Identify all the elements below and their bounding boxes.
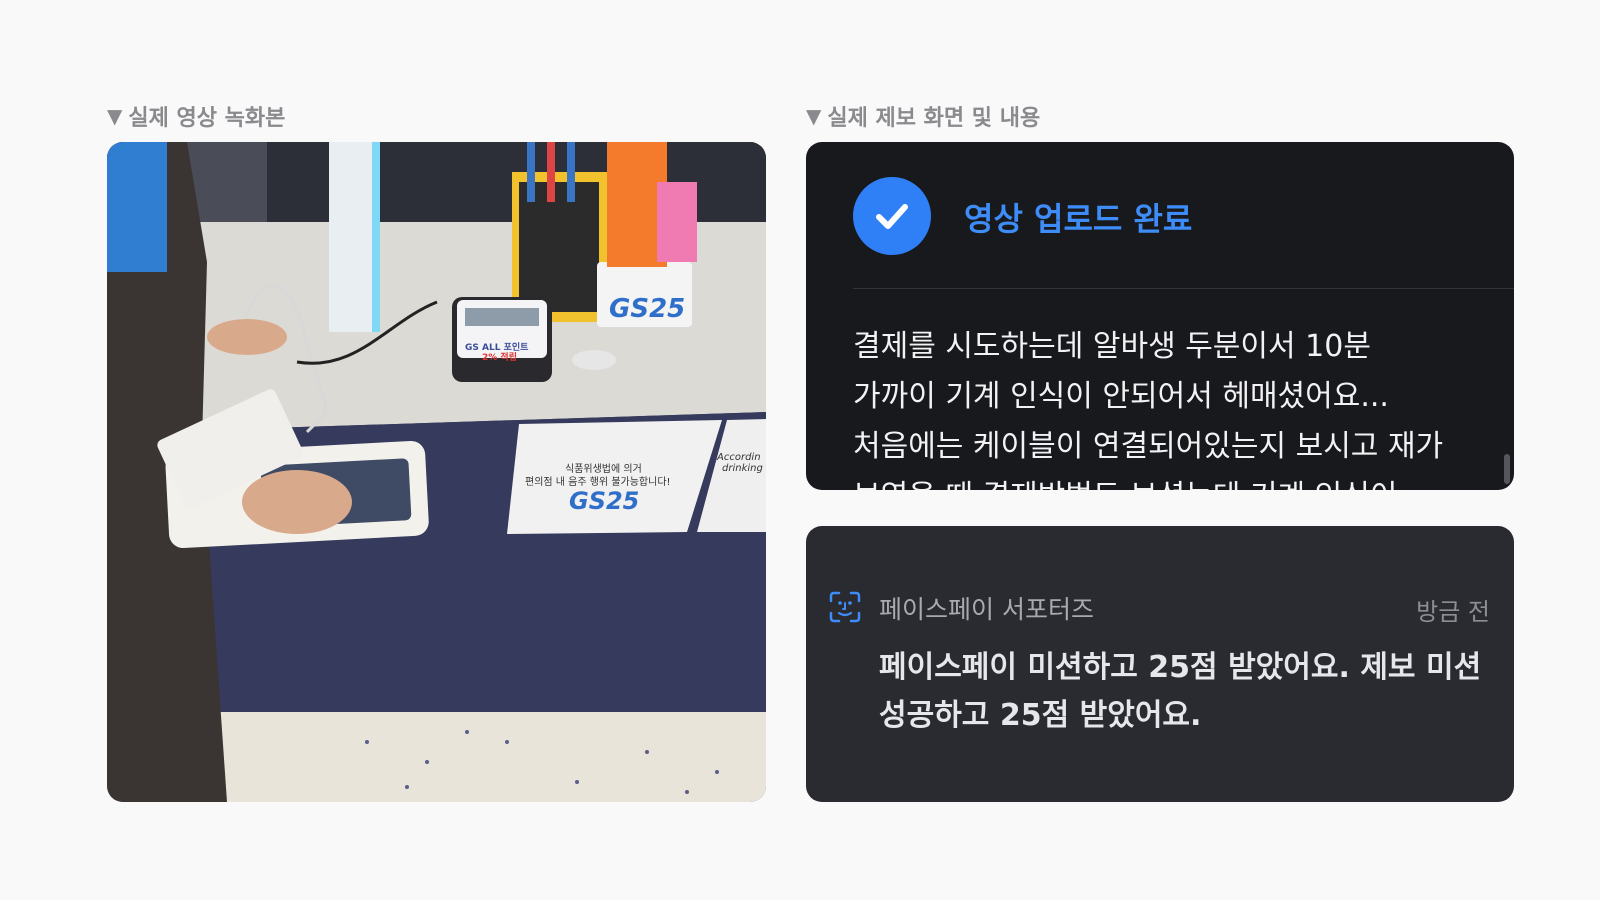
comment-line: 페이스페이 미션하고 25점 받았어요. 제보 미션 — [879, 650, 1482, 685]
comment-card: 페이스페이 서포터즈 방금 전 페이스페이 미션하고 25점 받았어요. 제보 … — [806, 526, 1514, 802]
photo-illustration — [107, 142, 766, 802]
report-line: 처음에는 케이블이 연결되어있는지 보시고 재가 — [853, 429, 1444, 464]
comment-author: 페이스페이 서포터즈 — [879, 595, 1094, 624]
face-scan-icon — [829, 591, 861, 623]
left-section-title: 실제 영상 녹화본 — [128, 106, 286, 131]
report-line: 결제를 시도하는데 알바생 두분이서 10분 — [853, 329, 1371, 364]
right-section-label: ▼ 실제 제보 화면 및 내용 — [806, 100, 1040, 132]
counter-sign-side-2: drinking — [722, 463, 763, 474]
gs25-logo-sign: GS25 — [569, 487, 640, 515]
comment-time: 방금 전 — [1416, 598, 1490, 626]
report-line: 보였을 때 결제방법도 보셨는데 기계 인식이 — [853, 472, 1473, 490]
divider — [853, 288, 1514, 289]
report-content: 결제를 시도하는데 알바생 두분이서 10분 가까이 기계 인식이 안되어서 헤… — [853, 322, 1473, 490]
terminal-label-2: 2% 적립 — [482, 353, 517, 363]
comment-line: 성공하고 25점 받았어요. — [879, 698, 1202, 733]
report-line: 가까이 기계 인식이 안되어서 헤매셨어요... — [853, 379, 1389, 414]
left-section-label: ▼ 실제 영상 녹화본 — [107, 100, 285, 132]
counter-sign-line2: 편의점 내 음주 행위 불가능합니다! — [525, 477, 671, 488]
triangle-down-icon: ▼ — [107, 104, 123, 128]
scrollbar[interactable] — [1504, 454, 1510, 484]
store-counter-photo: GS25 GS ALL 포인트 2% 적립 식품위생법에 의거 편의점 내 음주… — [107, 142, 766, 802]
comment-text: 페이스페이 미션하고 25점 받았어요. 제보 미션 성공하고 25점 받았어요… — [879, 644, 1489, 740]
triangle-down-icon: ▼ — [806, 104, 822, 128]
right-section-title: 실제 제보 화면 및 내용 — [827, 106, 1041, 131]
upload-complete-card: 영상 업로드 완료 결제를 시도하는데 알바생 두분이서 10분 가까이 기계 … — [806, 142, 1514, 490]
gs25-logo-basket: GS25 — [609, 294, 686, 324]
check-icon — [853, 177, 931, 255]
counter-sign-side-1: Accordin — [717, 452, 761, 463]
upload-title: 영상 업로드 완료 — [964, 200, 1193, 238]
